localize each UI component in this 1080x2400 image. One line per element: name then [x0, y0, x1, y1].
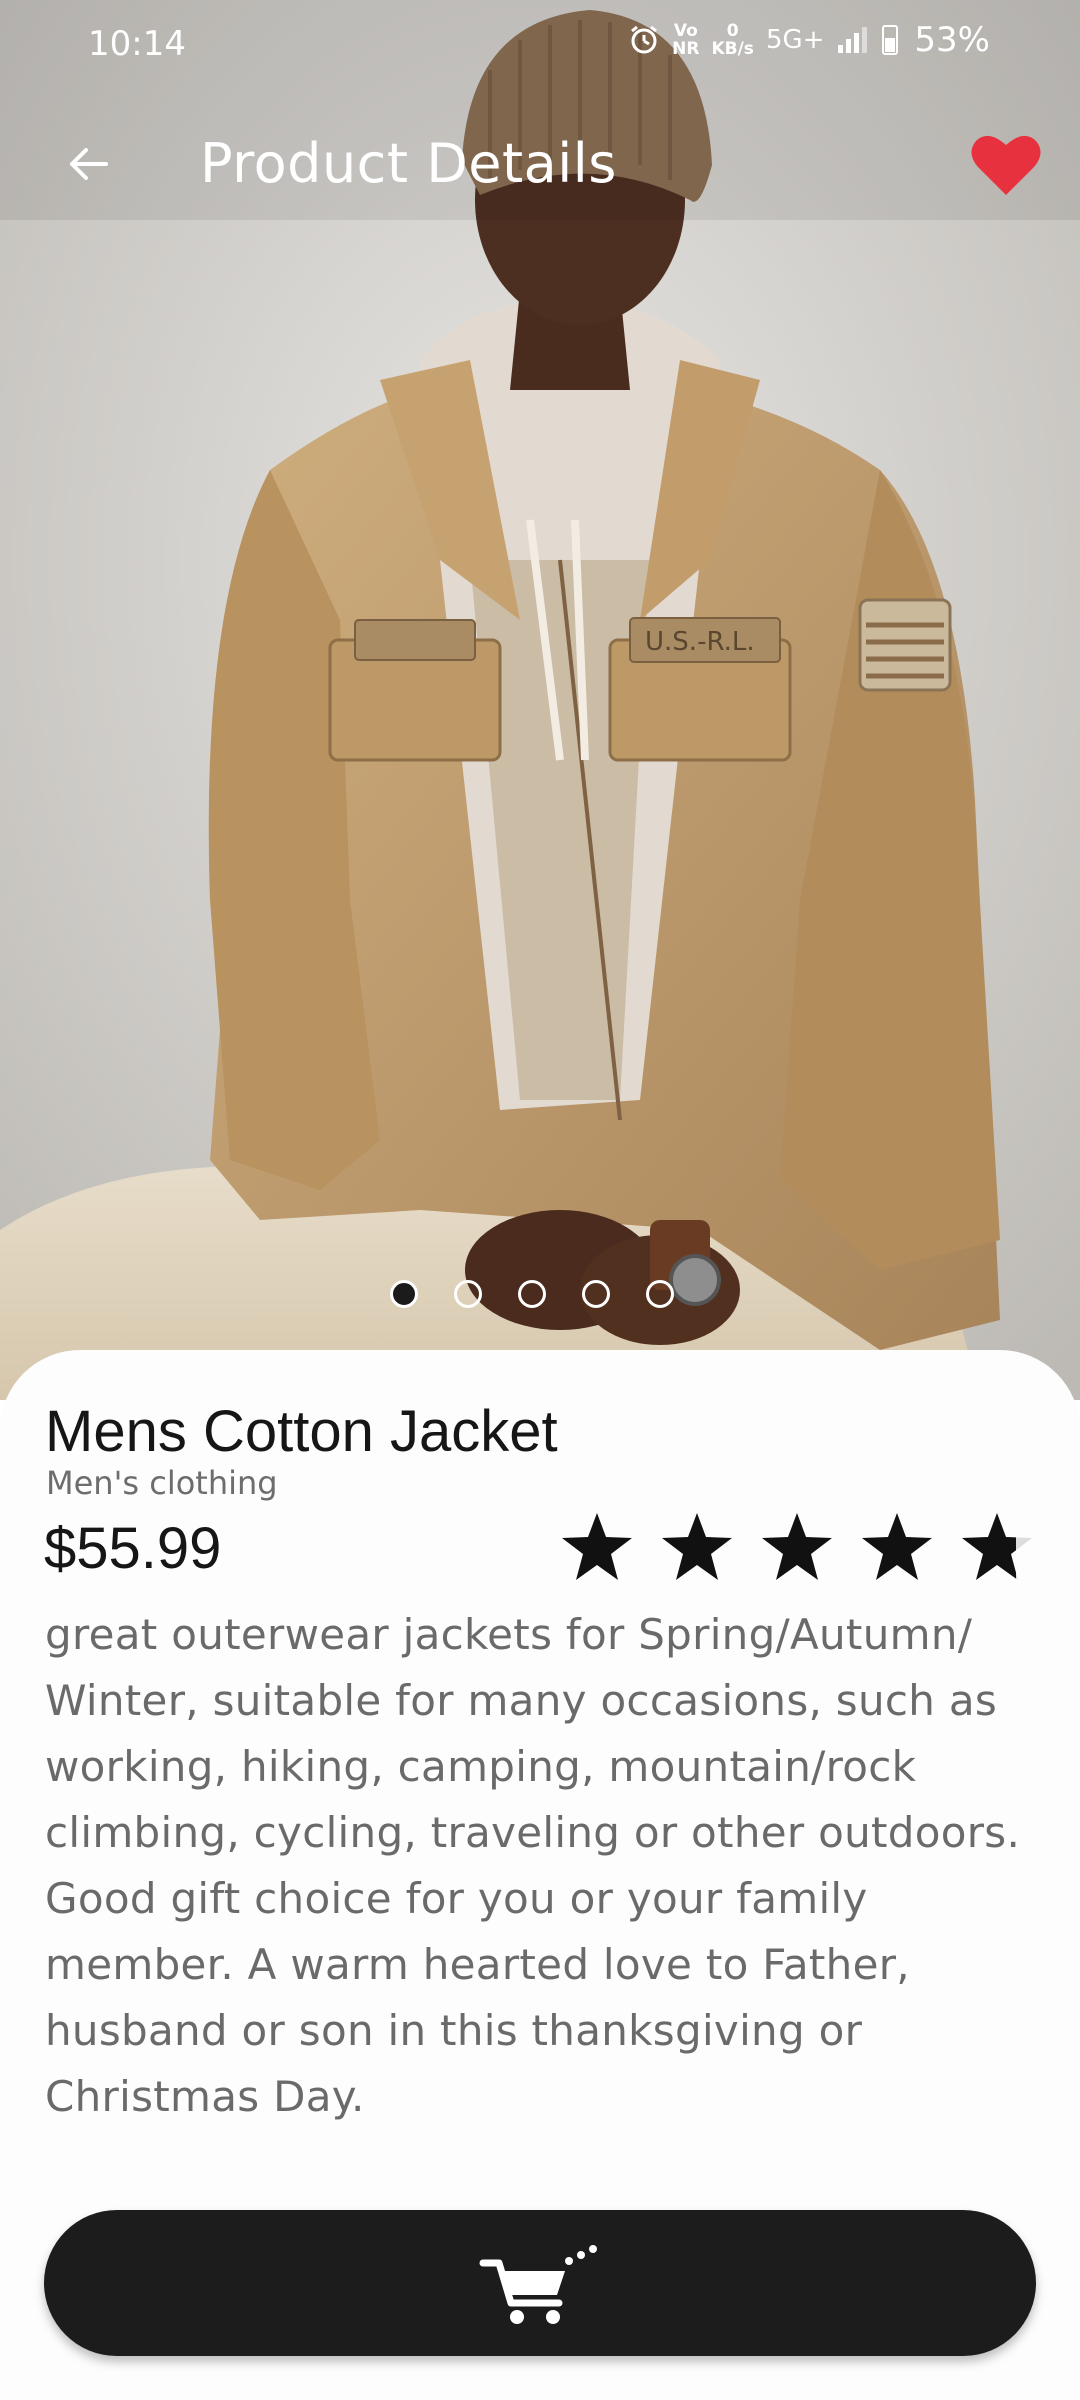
network-speed: 0 KB/s	[711, 21, 754, 59]
volte-indicator: Vo NR	[672, 21, 700, 59]
add-to-cart-icon	[479, 2245, 597, 2324]
product-name: Mens Cotton Jacket	[45, 1399, 558, 1464]
add-to-cart-button[interactable]	[44, 2210, 1036, 2356]
product-rating	[560, 1510, 1034, 1584]
patch-text: U.S.-R.L.	[645, 627, 755, 657]
product-details-screen: U.S.-R.L. 10:14 Vo NR 0 KB/s 5G+ 53% Pro…	[0, 0, 1080, 2400]
page-title: Product Details	[200, 132, 617, 195]
image-carousel-indicator	[390, 1280, 674, 1308]
carousel-dot-4[interactable]	[582, 1280, 610, 1308]
status-bar: 10:14 Vo NR 0 KB/s 5G+ 53%	[0, 0, 1080, 88]
status-time: 10:14	[88, 24, 186, 64]
star-icon	[662, 1513, 732, 1580]
arrow-left-icon	[70, 148, 108, 180]
status-icons: Vo NR 0 KB/s 5G+ 53%	[628, 20, 990, 60]
alarm-icon	[631, 25, 658, 54]
star-partial-icon	[962, 1513, 1032, 1580]
battery-icon	[882, 25, 899, 55]
back-button[interactable]	[56, 132, 120, 196]
carousel-dot-1[interactable]	[390, 1280, 418, 1308]
star-icon	[562, 1513, 632, 1580]
heart-icon	[971, 135, 1041, 195]
carousel-dot-3[interactable]	[518, 1280, 546, 1308]
product-description: great outerwear jackets for Spring/Autum…	[45, 1610, 1021, 2121]
product-price: $55.99	[44, 1516, 222, 1581]
star-icon	[762, 1513, 832, 1580]
carousel-dot-5[interactable]	[646, 1280, 674, 1308]
star-icon	[862, 1513, 932, 1580]
app-bar: Product Details	[0, 110, 1080, 220]
product-category: Men's clothing	[46, 1464, 278, 1502]
signal-icon	[838, 27, 868, 53]
carousel-dot-2[interactable]	[454, 1280, 482, 1308]
favorite-button[interactable]	[966, 124, 1046, 204]
network-type: 5G+	[765, 25, 825, 55]
battery-percent: 53%	[914, 20, 990, 60]
